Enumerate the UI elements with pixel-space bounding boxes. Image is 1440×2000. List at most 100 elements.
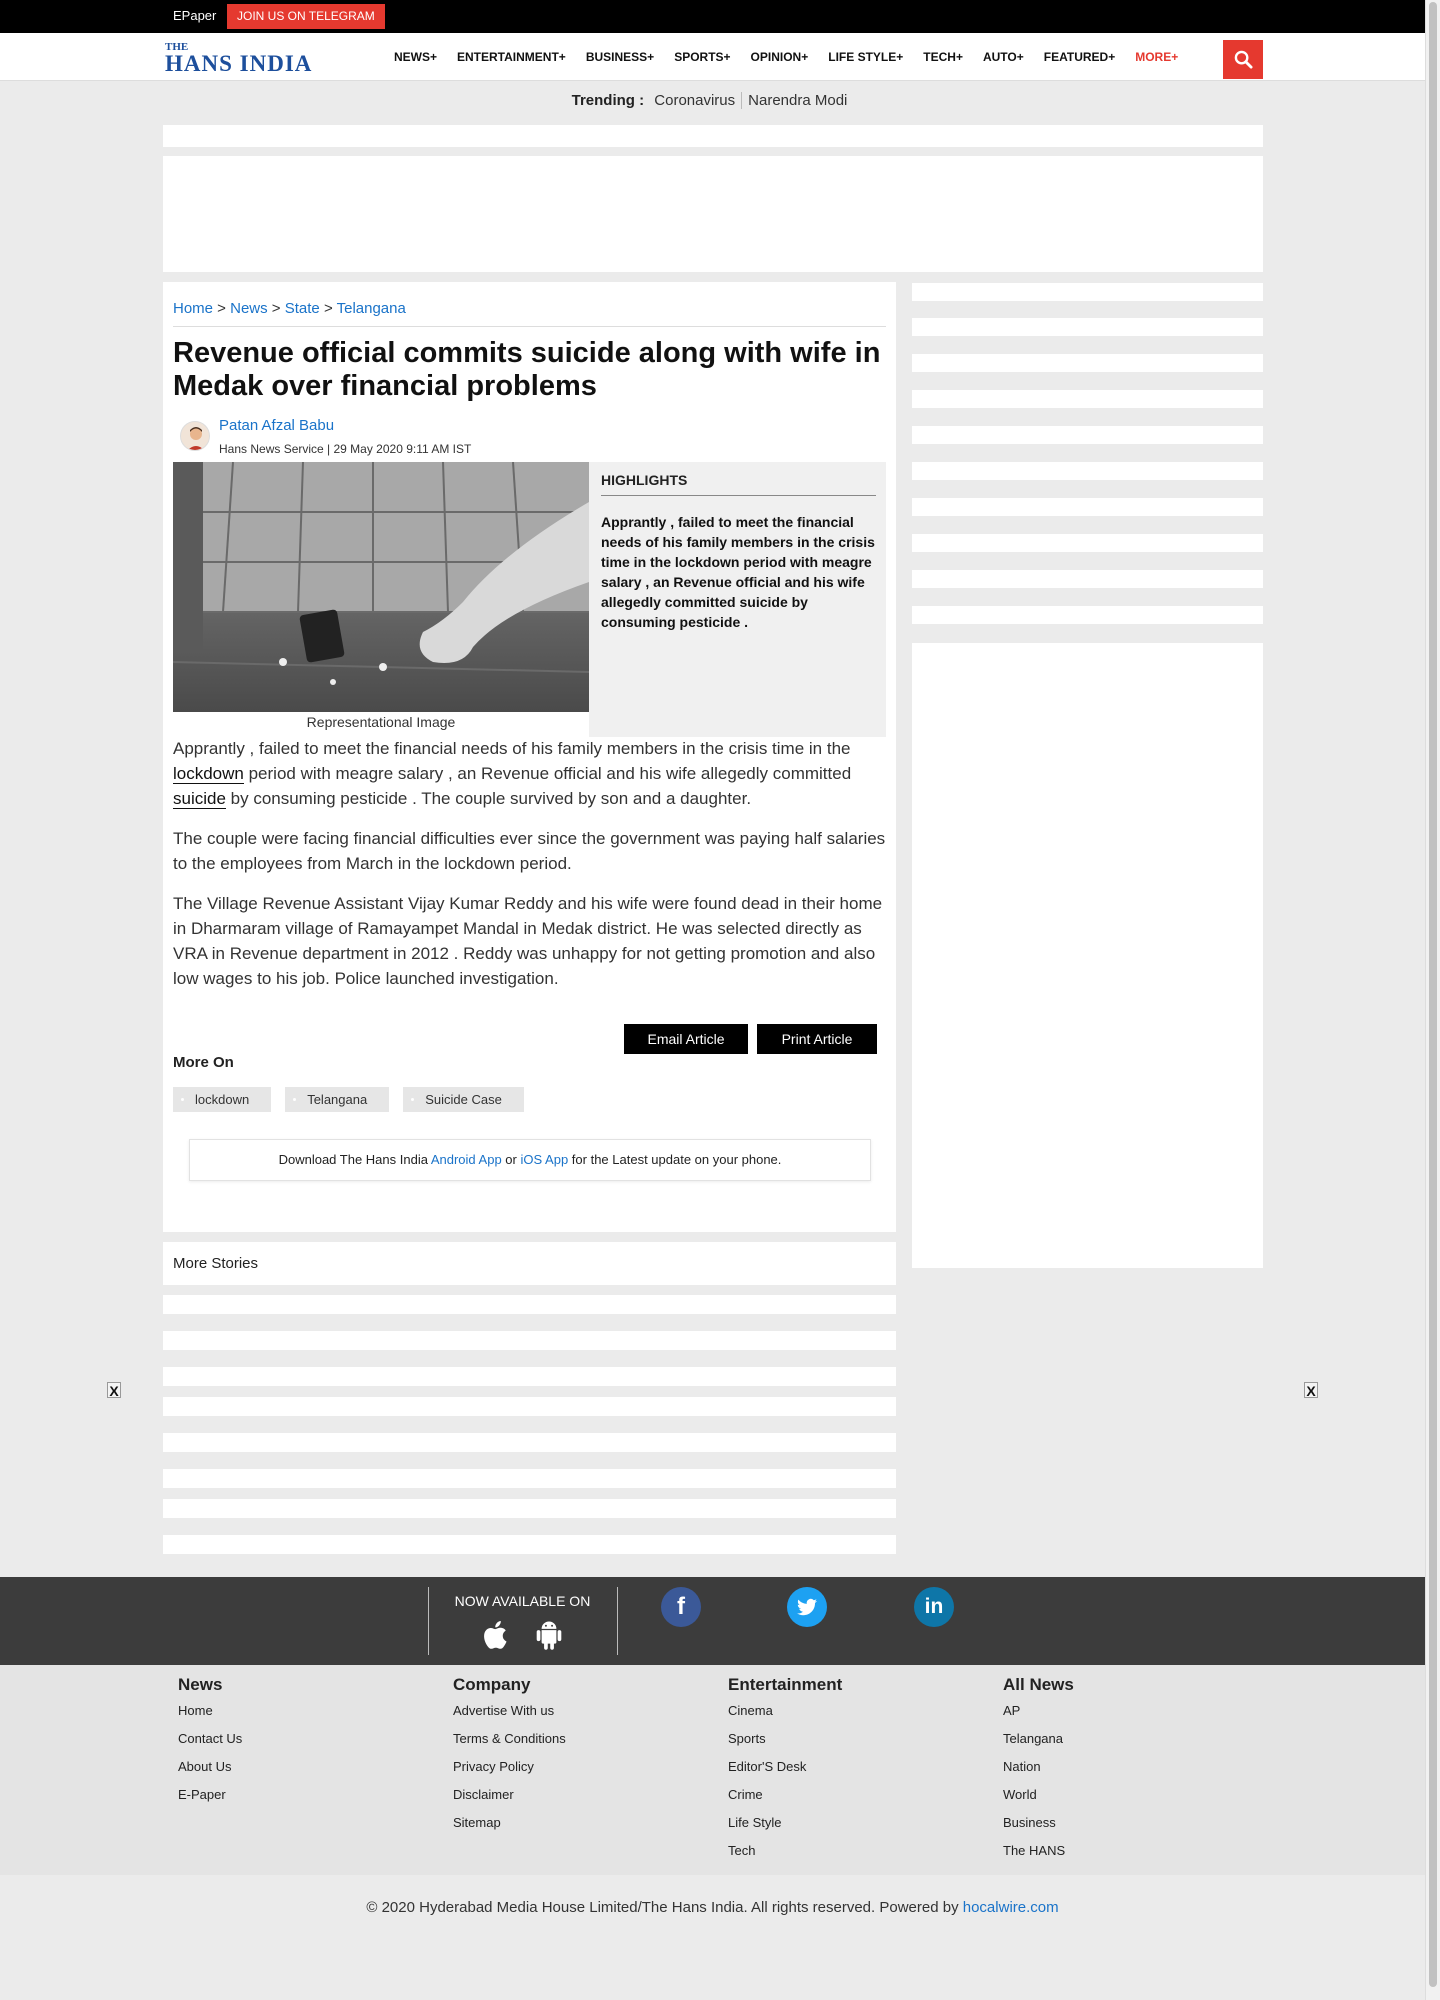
keyword-link-suicide[interactable]: suicide (173, 789, 226, 809)
tag-telangana[interactable]: Telangana (285, 1087, 390, 1112)
footer-link[interactable]: Sports (728, 1729, 988, 1757)
scrollbar-thumb[interactable] (1429, 2, 1437, 1987)
story-placeholder (163, 1331, 896, 1350)
footer-link[interactable]: Cinema (728, 1701, 988, 1729)
nav-item-entertainment[interactable]: ENTERTAINMENT+ (457, 33, 566, 81)
footer-column-company: Company Advertise With us Terms & Condit… (453, 1675, 713, 1841)
nav-item-opinion[interactable]: OPINION+ (751, 33, 809, 81)
footer-link[interactable]: Business (1003, 1813, 1263, 1841)
sidebar-placeholder (912, 462, 1263, 480)
tag-list: lockdown Telangana Suicide Case (173, 1087, 538, 1112)
story-placeholder (163, 1433, 896, 1452)
story-placeholder (163, 1469, 896, 1488)
article-title: Revenue official commits suicide along w… (173, 337, 881, 402)
ad-strip (163, 125, 1263, 147)
footer-heading: Entertainment (728, 1675, 843, 1694)
sidebar-placeholder (912, 426, 1263, 444)
nav-item-news[interactable]: NEWS+ (394, 33, 437, 81)
tag-lockdown[interactable]: lockdown (173, 1087, 272, 1112)
breadcrumb-state[interactable]: State (285, 300, 320, 317)
paragraph: The Village Revenue Assistant Vijay Kuma… (173, 894, 883, 988)
nav-item-more[interactable]: MORE+ (1135, 33, 1178, 81)
footer-link[interactable]: About Us (178, 1757, 438, 1785)
linkedin-icon[interactable]: in (914, 1587, 954, 1627)
trending-bar: Trending : Coronavirus Narendra Modi (0, 92, 1425, 109)
footer-link[interactable]: Telangana (1003, 1729, 1263, 1757)
telegram-button[interactable]: JOIN US ON TELEGRAM (227, 4, 385, 29)
sidebar-placeholder (912, 498, 1263, 516)
logo-main: HANS INDIA (165, 51, 313, 76)
site-logo[interactable]: THE HANS INDIA (165, 41, 340, 77)
story-placeholder (163, 1295, 896, 1314)
byline: Hans News Service | 29 May 2020 9:11 AM … (219, 442, 472, 456)
footer-app-bar: NOW AVAILABLE ON f in (0, 1577, 1425, 1665)
nav-item-auto[interactable]: AUTO+ (983, 33, 1024, 81)
footer-heading: News (178, 1675, 223, 1694)
footer-link[interactable]: Sitemap (453, 1813, 713, 1841)
top-bar: EPaper JOIN US ON TELEGRAM (0, 0, 1425, 33)
close-left-ad-button[interactable]: X (107, 1382, 121, 1399)
footer-link[interactable]: Life Style (728, 1813, 988, 1841)
trending-item[interactable]: Narendra Modi (742, 92, 853, 109)
email-article-button[interactable]: Email Article (624, 1024, 748, 1054)
footer-link[interactable]: Privacy Policy (453, 1757, 713, 1785)
nav-item-tech[interactable]: TECH+ (923, 33, 963, 81)
main-navbar: THE HANS INDIA NEWS+ ENTERTAINMENT+ BUSI… (0, 33, 1425, 81)
ios-app-link[interactable]: iOS App (520, 1152, 568, 1167)
sidebar-placeholder (912, 390, 1263, 408)
footer-link[interactable]: Contact Us (178, 1729, 438, 1757)
android-app-link[interactable]: Android App (431, 1152, 502, 1167)
more-on-label: More On (173, 1054, 234, 1071)
copyright: © 2020 Hyderabad Media House Limited/The… (366, 1899, 1059, 1916)
search-icon (1234, 50, 1253, 69)
nav-item-featured[interactable]: FEATURED+ (1044, 33, 1115, 81)
story-placeholder (163, 1535, 896, 1554)
footer-link[interactable]: Crime (728, 1785, 988, 1813)
breadcrumb-telangana[interactable]: Telangana (337, 300, 406, 317)
scrollbar[interactable] (1425, 0, 1440, 2000)
footer-link[interactable]: AP (1003, 1701, 1263, 1729)
footer-link[interactable]: Nation (1003, 1757, 1263, 1785)
close-right-ad-button[interactable]: X (1304, 1382, 1318, 1399)
android-icon[interactable] (534, 1619, 564, 1651)
print-article-button[interactable]: Print Article (757, 1024, 877, 1054)
trending-item[interactable]: Coronavirus (648, 92, 743, 109)
available-on-label: NOW AVAILABLE ON (454, 1593, 591, 1609)
powered-by-link[interactable]: hocalwire.com (963, 1899, 1059, 1916)
keyword-link-lockdown[interactable]: lockdown (173, 764, 244, 784)
footer-link[interactable]: Terms & Conditions (453, 1729, 713, 1757)
footer-link[interactable]: Home (178, 1701, 438, 1729)
highlights-text: Apprantly , failed to meet the financial… (601, 514, 875, 630)
author-avatar[interactable] (180, 421, 210, 451)
nav-item-business[interactable]: BUSINESS+ (586, 33, 654, 81)
apple-icon[interactable] (478, 1617, 514, 1653)
facebook-icon[interactable]: f (661, 1587, 701, 1627)
twitter-icon[interactable] (787, 1587, 827, 1627)
paragraph: The couple were facing financial difficu… (173, 829, 886, 873)
paragraph: Apprantly , failed to meet the financial… (173, 739, 852, 809)
breadcrumb-home[interactable]: Home (173, 300, 213, 317)
sidebar-placeholder (912, 570, 1263, 588)
breadcrumb: Home > News > State > Telangana (173, 300, 406, 317)
epaper-link[interactable]: EPaper (173, 8, 216, 23)
author-name[interactable]: Patan Afzal Babu (219, 417, 334, 434)
highlights-title: HIGHLIGHTS (601, 472, 876, 496)
footer-link[interactable]: Tech (728, 1841, 988, 1869)
footer-link[interactable]: Advertise With us (453, 1701, 713, 1729)
footer-link[interactable]: E-Paper (178, 1785, 438, 1813)
nav-item-sports[interactable]: SPORTS+ (674, 33, 730, 81)
story-placeholder (163, 1367, 896, 1386)
sidebar-placeholder (912, 283, 1263, 301)
nav-item-lifestyle[interactable]: LIFE STYLE+ (828, 33, 903, 81)
breadcrumb-news[interactable]: News (230, 300, 268, 317)
footer-link[interactable]: World (1003, 1785, 1263, 1813)
search-button[interactable] (1223, 40, 1263, 79)
article-image (173, 462, 589, 712)
footer-link[interactable]: Disclaimer (453, 1785, 713, 1813)
footer-link[interactable]: The HANS (1003, 1841, 1263, 1869)
tag-suicide-case[interactable]: Suicide Case (403, 1087, 524, 1112)
sidebar-placeholder (912, 534, 1263, 552)
image-caption: Representational Image (306, 714, 456, 730)
footer-link[interactable]: Editor'S Desk (728, 1757, 988, 1785)
more-stories-heading: More Stories (163, 1242, 896, 1285)
